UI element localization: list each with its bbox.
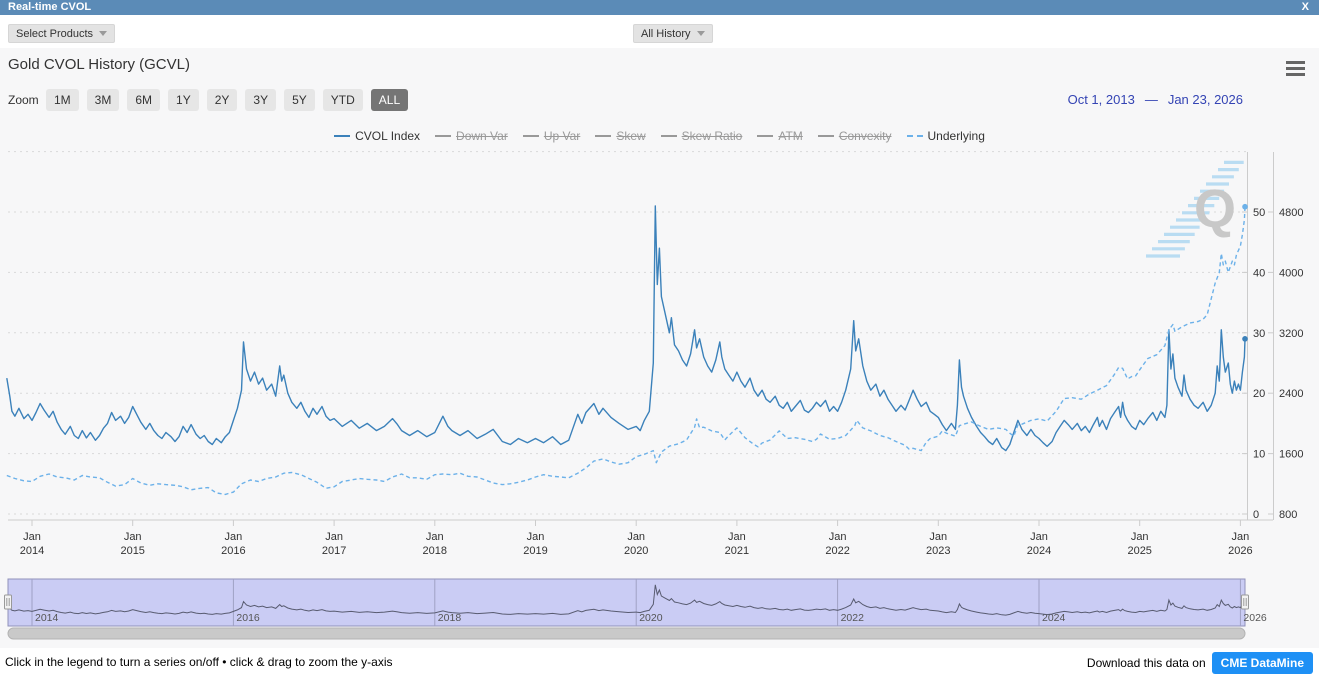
legend-item-underlying[interactable]: Underlying (906, 129, 985, 143)
select-products-label: Select Products (16, 27, 94, 40)
hamburger-menu-icon[interactable] (1286, 61, 1305, 76)
legend-item-atm[interactable]: ATM (757, 129, 803, 143)
download-section: Download this data on CME DataMine (1087, 652, 1313, 674)
navigator-right-handle[interactable] (1241, 594, 1249, 610)
legend-item-label: Convexity (838, 129, 892, 143)
legend-marker (757, 135, 774, 137)
zoom-button-1m[interactable]: 1M (46, 89, 79, 111)
legend-item-skew[interactable]: Skew (595, 129, 646, 143)
select-products-dropdown[interactable]: Select Products (8, 24, 116, 43)
chart-area: Gold CVOL History (GCVL) Zoom 1M 3M 6M 1Y 2Y… (0, 48, 1319, 648)
legend-item-cvol-index[interactable]: CVOL Index (334, 129, 420, 143)
footer: Click in the legend to turn a series on/… (0, 648, 1319, 698)
chart-title: Gold CVOL History (GCVL) (8, 56, 190, 73)
zoom-button-3m[interactable]: 3M (86, 89, 120, 111)
window-title: Real-time CVOL (8, 1, 92, 13)
legend-item-label: Down Var (456, 129, 508, 143)
zoom-button-1y[interactable]: 1Y (168, 89, 199, 111)
legend-marker (906, 135, 923, 137)
cvol-widget: Real-time CVOL X Select Products All His… (0, 0, 1319, 698)
legend-item-up-var[interactable]: Up Var (522, 129, 581, 143)
zoom-button-6m[interactable]: 6M (127, 89, 161, 111)
legend-item-convexity[interactable]: Convexity (817, 129, 892, 143)
legend-item-label: ATM (778, 129, 803, 143)
cme-datamine-button[interactable]: CME DataMine (1211, 652, 1313, 674)
legend-marker (435, 135, 452, 137)
history-label: All History (641, 27, 691, 40)
close-icon[interactable]: X (1302, 1, 1309, 13)
window-titlebar: Real-time CVOL X (0, 0, 1319, 15)
legend-marker (334, 135, 351, 137)
zoom-button-ytd[interactable]: YTD (322, 89, 363, 111)
navigator-left-handle[interactable] (4, 594, 12, 610)
chevron-down-icon (696, 31, 705, 36)
legend-hint-text: Click in the legend to turn a series on/… (5, 655, 393, 669)
navigator-area[interactable] (7, 578, 1246, 627)
legend-marker (817, 135, 834, 137)
legend-item-label: Skew Ratio (681, 129, 743, 143)
legend-marker (522, 135, 539, 137)
zoom-button-5y[interactable]: 5Y (284, 89, 315, 111)
legend-item-down-var[interactable]: Down Var (435, 129, 508, 143)
zoom-buttons: 1M 3M 6M 1Y 2Y 3Y 5Y YTD ALL (46, 89, 409, 111)
toolbar: Select Products All History (0, 15, 1319, 48)
legend-marker (660, 135, 677, 137)
legend-marker (595, 135, 612, 137)
date-range: Oct 1, 2013 — Jan 23, 2026 (1068, 92, 1243, 107)
date-from[interactable]: Oct 1, 2013 (1068, 92, 1135, 107)
history-dropdown[interactable]: All History (633, 24, 713, 43)
zoom-button-all[interactable]: ALL (370, 89, 409, 111)
chevron-down-icon (99, 31, 108, 36)
date-to[interactable]: Jan 23, 2026 (1168, 92, 1243, 107)
legend-item-skew-ratio[interactable]: Skew Ratio (660, 129, 743, 143)
zoom-button-2y[interactable]: 2Y (206, 89, 238, 111)
zoom-label: Zoom (8, 93, 39, 107)
legend: CVOL Index Down Var Up Var Skew Skew Ratio AT… (0, 126, 1319, 146)
legend-item-label: Underlying (927, 129, 985, 143)
scrollbar-thumb[interactable] (7, 627, 1246, 640)
legend-item-label: CVOL Index (355, 129, 421, 143)
legend-item-label: Skew (616, 129, 646, 143)
legend-item-label: Up Var (543, 129, 581, 143)
range-selector: Zoom 1M 3M 6M 1Y 2Y 3Y 5Y YTD ALL Oct 1, 2013 — … (0, 88, 1319, 112)
download-text: Download this data on (1086, 656, 1206, 670)
zoom-button-3y[interactable]: 3Y (245, 89, 277, 111)
date-separator: — (1144, 92, 1158, 107)
